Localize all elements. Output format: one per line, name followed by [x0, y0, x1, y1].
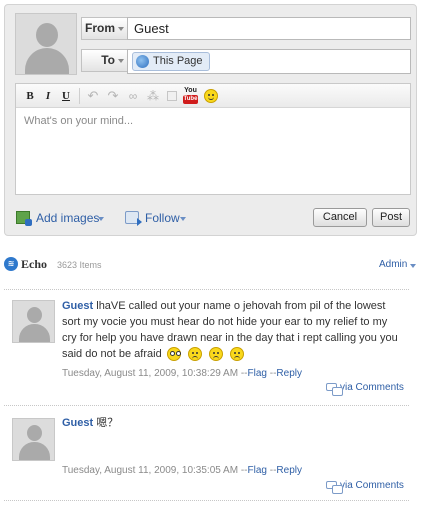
cancel-button[interactable]: Cancel	[313, 208, 367, 227]
comment-author[interactable]: Guest	[62, 417, 93, 429]
to-field[interactable]: This Page	[127, 49, 411, 74]
globe-icon	[136, 55, 149, 68]
smiley-icon[interactable]	[204, 89, 218, 103]
comment-body: Guest 嗯？	[62, 415, 404, 431]
via-label: via Comments	[340, 480, 404, 491]
chevron-down-icon	[118, 27, 124, 31]
follow-label: Follow	[145, 211, 180, 225]
comment-meta: Tuesday, August 11, 2009, 10:38:29 AM --…	[62, 368, 302, 379]
item-count: 3623 Items	[57, 260, 102, 270]
reply-link[interactable]: Reply	[276, 368, 302, 379]
admin-label: Admin	[379, 259, 408, 270]
via-label: via Comments	[340, 382, 404, 393]
from-field[interactable]: Guest	[127, 17, 411, 40]
via-comments-link[interactable]: via Comments	[326, 480, 404, 495]
toolbar-divider	[79, 88, 80, 104]
add-image-icon	[16, 211, 32, 226]
underline-button[interactable]: U	[60, 88, 72, 104]
follow-button[interactable]: Follow	[125, 210, 187, 226]
comments-icon	[326, 481, 343, 495]
avatar	[12, 418, 55, 461]
post-button[interactable]: Post	[372, 208, 410, 227]
follow-icon	[125, 211, 142, 226]
bold-button[interactable]: B	[24, 88, 36, 104]
undo-icon[interactable]: ↶	[86, 88, 100, 104]
divider	[4, 289, 409, 290]
chevron-down-icon	[180, 217, 186, 221]
surprised-emoticon-icon	[166, 347, 181, 362]
to-label: To	[101, 53, 115, 67]
comments-icon	[326, 383, 343, 397]
add-images-button[interactable]: Add images	[16, 210, 106, 226]
recipient-label: This Page	[153, 55, 203, 67]
via-comments-link[interactable]: via Comments	[326, 382, 404, 397]
from-dropdown[interactable]: From	[81, 17, 127, 40]
link-icon[interactable]: ∞	[126, 88, 140, 104]
chevron-down-icon	[118, 59, 124, 63]
avatar	[12, 300, 55, 343]
compose-panel: From Guest To This Page B I U ↶ ↷ ∞ ⁂ Yo…	[4, 4, 417, 236]
image-icon[interactable]	[166, 88, 178, 104]
divider	[4, 405, 409, 406]
message-editor[interactable]: B I U ↶ ↷ ∞ ⁂ You Tube What's on your mi…	[15, 83, 411, 195]
sad-emoticon-icon	[229, 347, 244, 362]
comment-body: Guest lhaVE called out your name o jehov…	[62, 298, 404, 362]
admin-menu[interactable]: Admin	[379, 259, 417, 270]
recipient-pill[interactable]: This Page	[132, 52, 210, 71]
user-avatar	[15, 13, 77, 75]
sad-emoticon-icon	[187, 347, 202, 362]
italic-button[interactable]: I	[42, 88, 54, 104]
redo-icon[interactable]: ↷	[106, 88, 120, 104]
message-placeholder: What's on your mind...	[24, 115, 134, 127]
editor-toolbar: B I U ↶ ↷ ∞ ⁂ You Tube	[16, 84, 410, 108]
meta-separator: --	[240, 465, 248, 476]
to-dropdown[interactable]: To	[81, 49, 127, 72]
comment-timestamp: Tuesday, August 11, 2009, 10:38:29 AM	[62, 368, 239, 379]
meta-separator: --	[240, 368, 248, 379]
add-images-label: Add images	[36, 211, 100, 225]
unlink-icon[interactable]: ⁂	[146, 88, 160, 104]
comment-author[interactable]: Guest	[62, 300, 93, 312]
flag-link[interactable]: Flag	[248, 368, 267, 379]
comment-text: 嗯？	[96, 417, 119, 429]
youtube-icon[interactable]: You Tube	[182, 87, 199, 105]
chevron-down-icon	[410, 264, 417, 268]
reply-link[interactable]: Reply	[276, 465, 302, 476]
flag-link[interactable]: Flag	[248, 465, 267, 476]
divider	[4, 500, 409, 501]
sad-emoticon-icon	[208, 347, 223, 362]
chevron-down-icon	[98, 217, 104, 221]
comment-meta: Tuesday, August 11, 2009, 10:35:05 AM --…	[62, 465, 302, 476]
echo-logo-icon: ≋	[4, 257, 18, 271]
comment-timestamp: Tuesday, August 11, 2009, 10:35:05 AM	[62, 465, 239, 476]
echo-title: Echo	[21, 257, 48, 271]
from-label: From	[85, 21, 115, 35]
